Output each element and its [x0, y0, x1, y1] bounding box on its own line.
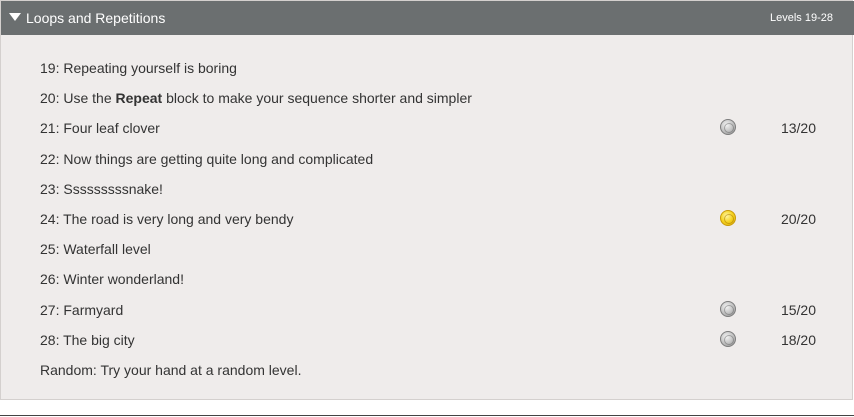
level-link[interactable]: 23: Sssssssssnake!	[40, 181, 163, 198]
level-link[interactable]: 28: The big city	[40, 332, 135, 349]
level-row-random[interactable]: Random: Try your hand at a random level.	[1, 355, 854, 385]
episode-level-range: Levels 19-28	[770, 12, 833, 24]
level-link[interactable]: 26: Winter wonderland!	[40, 271, 184, 288]
silver-medal-icon	[720, 300, 736, 317]
level-score: 15/20	[780, 301, 816, 318]
silver-medal-icon	[720, 119, 736, 136]
level-row-23[interactable]: 23: Sssssssssnake!	[1, 174, 854, 204]
level-row-20[interactable]: 20: Use the Repeat block to make your se…	[1, 83, 854, 113]
level-list: 19: Repeating yourself is boring 20: Use…	[1, 53, 854, 385]
episode-panel: Loops and Repetitions Levels 19-28 19: R…	[0, 0, 854, 400]
level-row-25[interactable]: 25: Waterfall level	[1, 234, 854, 264]
level-link[interactable]: 27: Farmyard	[40, 302, 123, 319]
divider	[0, 415, 854, 416]
level-link[interactable]: 22: Now things are getting quite long an…	[40, 151, 373, 168]
level-row-28[interactable]: 28: The big city 18/20	[1, 325, 854, 355]
level-link[interactable]: 19: Repeating yourself is boring	[40, 60, 237, 77]
level-row-27[interactable]: 27: Farmyard 15/20	[1, 295, 854, 325]
level-score: 13/20	[780, 120, 816, 137]
caret-down-icon[interactable]	[9, 13, 21, 21]
level-score: 18/20	[780, 331, 816, 348]
silver-medal-icon	[720, 330, 736, 347]
level-row-19[interactable]: 19: Repeating yourself is boring	[1, 53, 854, 83]
level-link[interactable]: 20: Use the Repeat block to make your se…	[40, 90, 472, 107]
level-row-21[interactable]: 21: Four leaf clover 13/20	[1, 113, 854, 143]
level-link[interactable]: 25: Waterfall level	[40, 241, 151, 258]
gold-medal-icon	[720, 209, 736, 226]
level-link[interactable]: 24: The road is very long and very bendy	[40, 211, 293, 228]
level-score: 20/20	[780, 210, 816, 227]
random-level-link[interactable]: Random: Try your hand at a random level.	[40, 362, 301, 379]
level-label-prefix: 20: Use the	[40, 90, 116, 107]
level-row-24[interactable]: 24: The road is very long and very bendy…	[1, 204, 854, 234]
level-label-suffix: block to make your sequence shorter and …	[162, 90, 472, 107]
episode-header[interactable]: Loops and Repetitions Levels 19-28	[1, 1, 854, 35]
level-row-26[interactable]: 26: Winter wonderland!	[1, 264, 854, 294]
episode-title: Loops and Repetitions	[26, 10, 166, 26]
level-row-22[interactable]: 22: Now things are getting quite long an…	[1, 144, 854, 174]
level-label-bold: Repeat	[115, 90, 163, 107]
level-link[interactable]: 21: Four leaf clover	[40, 120, 160, 137]
